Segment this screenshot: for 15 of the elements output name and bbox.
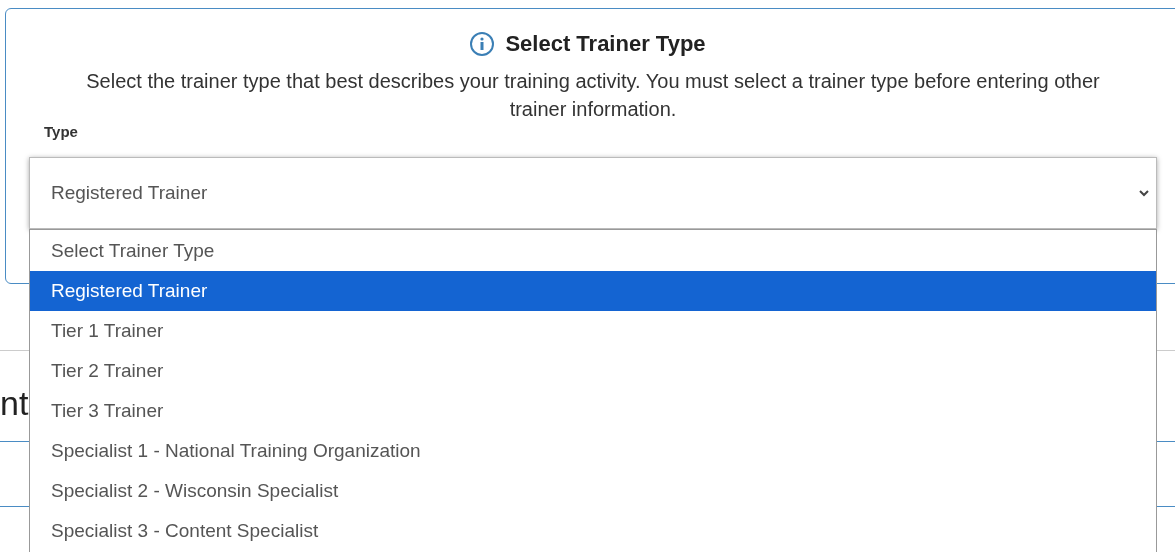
dropdown-option[interactable]: Tier 1 Trainer [30, 311, 1156, 351]
field-label: Type [44, 123, 78, 140]
dropdown-option[interactable]: Tier 2 Trainer [30, 351, 1156, 391]
dropdown-option[interactable]: Specialist 2 - Wisconsin Specialist [30, 471, 1156, 511]
chevron-down-icon [1138, 187, 1150, 199]
type-select-field[interactable]: Registered Trainer [29, 157, 1157, 229]
dropdown-option[interactable]: Tier 3 Trainer [30, 391, 1156, 431]
panel-description: Select the trainer type that best describes your training activity. You must select a trainer type before entering other trainer information. [85, 69, 1101, 122]
section-heading: nt [0, 383, 30, 424]
dropdown-option[interactable]: Specialist 1 - National Training Organization [30, 431, 1156, 471]
dropdown-option[interactable]: Registered Trainer [30, 271, 1156, 311]
dropdown-option[interactable]: Specialist 3 - Content Specialist [30, 511, 1156, 551]
dropdown-option[interactable]: Select Trainer Type [30, 231, 1156, 271]
panel-title: Select Trainer Type [505, 31, 706, 57]
info-icon [469, 31, 496, 57]
